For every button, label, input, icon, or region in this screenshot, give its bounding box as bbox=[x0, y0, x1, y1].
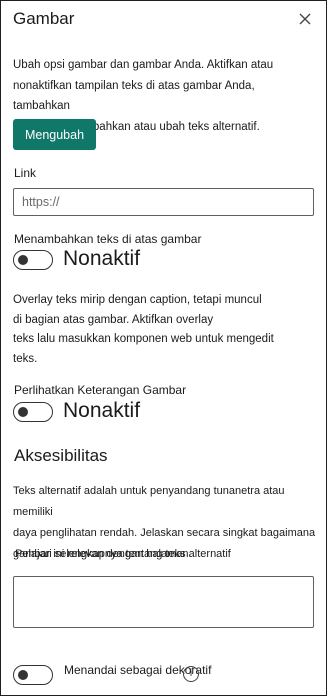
intro-line: Ubah opsi gambar dan gambar Anda. Aktifk… bbox=[13, 59, 274, 71]
panel-title: Gambar bbox=[13, 9, 75, 28]
accessibility-line: Teks alternatif adalah untuk penyandang … bbox=[13, 485, 285, 518]
text-overlay-label: Menambahkan teks di atas gambar bbox=[14, 232, 202, 246]
text-overlay-state: Nonaktif bbox=[63, 247, 141, 270]
intro-line: nonaktifkan tampilan teks di atas gambar… bbox=[13, 79, 255, 113]
close-button[interactable] bbox=[295, 9, 315, 29]
link-label: Link bbox=[14, 166, 37, 180]
help-line: di bagian atas gambar. Aktifkan overlay bbox=[13, 313, 214, 326]
link-input[interactable] bbox=[13, 188, 314, 216]
image-settings-panel: Gambar Ubah opsi gambar dan gambar Anda.… bbox=[0, 0, 327, 696]
toggle-knob bbox=[18, 255, 28, 265]
accessibility-heading: Aksesibilitas bbox=[14, 446, 108, 465]
decorative-toggle[interactable] bbox=[13, 665, 53, 685]
caption-label: Perlihatkan Keterangan Gambar bbox=[14, 383, 187, 397]
text-overlay-help: Overlay teks mirip dengan caption, tetap… bbox=[13, 291, 313, 369]
close-icon bbox=[299, 13, 311, 25]
help-line: Overlay teks mirip dengan caption, tetap… bbox=[13, 294, 262, 306]
caption-toggle[interactable] bbox=[13, 402, 53, 422]
change-image-button[interactable]: Mengubah bbox=[13, 119, 96, 150]
caption-state: Nonaktif bbox=[63, 399, 141, 422]
alt-text-learn-more-link[interactable]: Pelajari selengkapnya tentang teks alter… bbox=[15, 544, 320, 565]
accessibility-line: daya penglihatan rendah. Jelaskan secara… bbox=[13, 527, 316, 539]
toggle-knob bbox=[18, 670, 28, 680]
help-line: teks. bbox=[13, 352, 38, 365]
help-line: teks lalu masukkan komponen web untuk me… bbox=[13, 333, 274, 345]
alt-text-field[interactable] bbox=[13, 576, 314, 628]
toggle-knob bbox=[18, 407, 28, 417]
text-overlay-toggle[interactable] bbox=[13, 250, 53, 270]
info-icon[interactable]: i bbox=[183, 666, 199, 682]
